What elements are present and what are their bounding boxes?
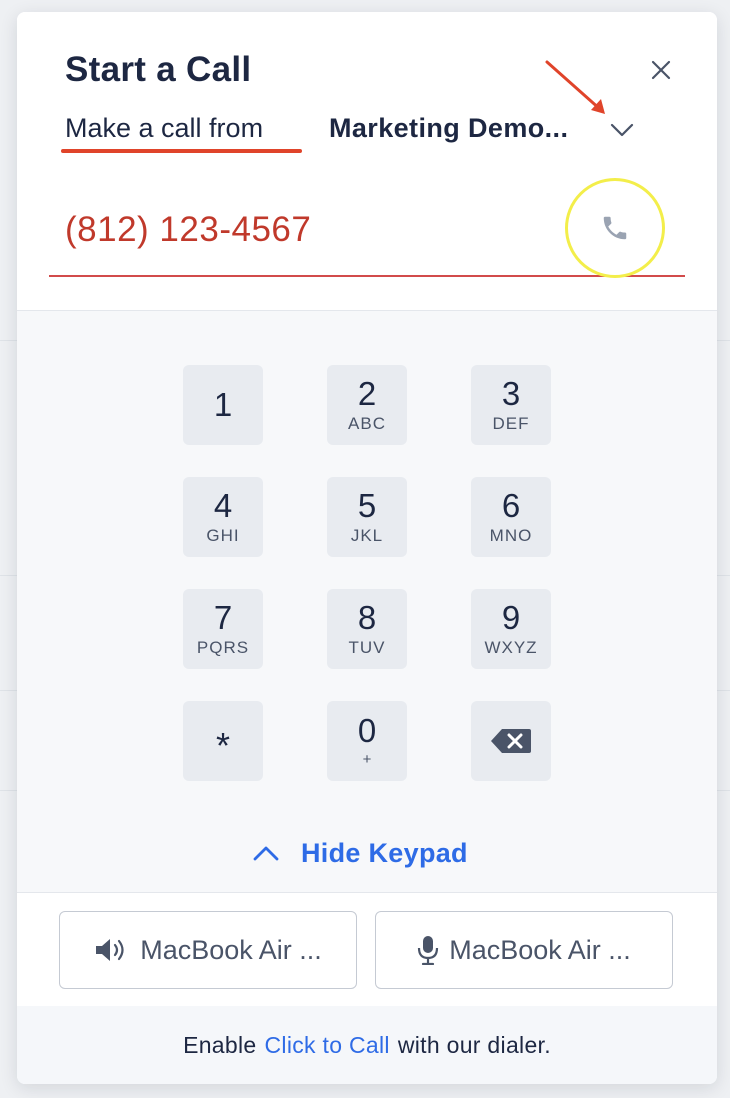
keypad: 1 2 ABC 3 DEF 4 GHI 5 JKL 6 MNO 7 PQRS 8 [17, 310, 717, 893]
dialog-title: Start a Call [65, 50, 252, 89]
key-letters: TUV [348, 638, 386, 657]
phone-icon [603, 216, 627, 240]
click-to-call-link[interactable]: Click to Call [265, 1032, 390, 1059]
key-digit: 6 [501, 487, 521, 524]
key-0[interactable]: 0 + [327, 701, 407, 781]
key-letters: ABC [348, 414, 386, 433]
footer-prefix: Enable [183, 1031, 257, 1058]
audio-devices: MacBook Air ... MacBook Air ... [17, 892, 717, 1007]
microphone-select-button[interactable]: MacBook Air ... [375, 911, 673, 989]
key-1[interactable]: 1 [183, 365, 263, 445]
key-digit: * [215, 725, 230, 766]
key-digit: 1 [213, 386, 233, 423]
annotation-underline [61, 149, 302, 153]
key-letters: JKL [350, 526, 384, 545]
hide-keypad-button[interactable]: Hide Keypad [253, 833, 468, 873]
key-star[interactable]: * [183, 701, 263, 781]
key-8[interactable]: 8 TUV [327, 589, 407, 669]
key-digit: 8 [357, 599, 377, 636]
phone-input-underline [49, 275, 685, 277]
caller-id-value: Marketing Demo... [329, 113, 569, 143]
key-7[interactable]: 7 PQRS [183, 589, 263, 669]
key-digit: 2 [357, 375, 377, 412]
phone-number-input[interactable] [49, 200, 565, 260]
close-icon [651, 60, 671, 80]
key-letters: GHI [206, 526, 240, 545]
key-9[interactable]: 9 WXYZ [471, 589, 551, 669]
speaker-device-label: MacBook Air ... [140, 934, 322, 965]
key-digit: 7 [213, 599, 233, 636]
footer: Enable Click to Call with our dialer. [17, 1006, 717, 1084]
backspace-key[interactable] [471, 701, 551, 781]
hide-keypad-label: Hide Keypad [301, 837, 468, 868]
key-digit: 9 [501, 599, 521, 636]
annotation-arrow-icon [545, 60, 605, 114]
chevron-down-icon [610, 123, 634, 137]
key-3[interactable]: 3 DEF [471, 365, 551, 445]
key-letters: PQRS [196, 638, 250, 657]
footer-suffix: with our dialer. [397, 1031, 551, 1058]
key-digit: 5 [357, 487, 377, 524]
call-button[interactable] [565, 178, 665, 278]
key-letters: + [362, 751, 372, 768]
key-5[interactable]: 5 JKL [327, 477, 407, 557]
key-digit: 3 [501, 375, 521, 412]
start-call-dialog: Start a Call Make a call from Marketing … [17, 12, 717, 1084]
speaker-icon [96, 939, 124, 961]
chevron-up-icon [253, 846, 279, 861]
key-letters: WXYZ [484, 638, 538, 657]
make-call-from-label: Make a call from [65, 113, 264, 143]
key-2[interactable]: 2 ABC [327, 365, 407, 445]
key-letters: MNO [489, 526, 533, 545]
close-button[interactable] [645, 54, 677, 86]
backspace-icon [491, 729, 531, 753]
key-letters: DEF [492, 414, 530, 433]
microphone-device-label: MacBook Air ... [449, 934, 631, 965]
key-digit: 0 [357, 712, 377, 749]
key-4[interactable]: 4 GHI [183, 477, 263, 557]
key-6[interactable]: 6 MNO [471, 477, 551, 557]
microphone-icon [418, 936, 439, 965]
speaker-select-button[interactable]: MacBook Air ... [59, 911, 357, 989]
dialog-header: Start a Call Make a call from Marketing … [17, 12, 717, 310]
key-digit: 4 [213, 487, 233, 524]
